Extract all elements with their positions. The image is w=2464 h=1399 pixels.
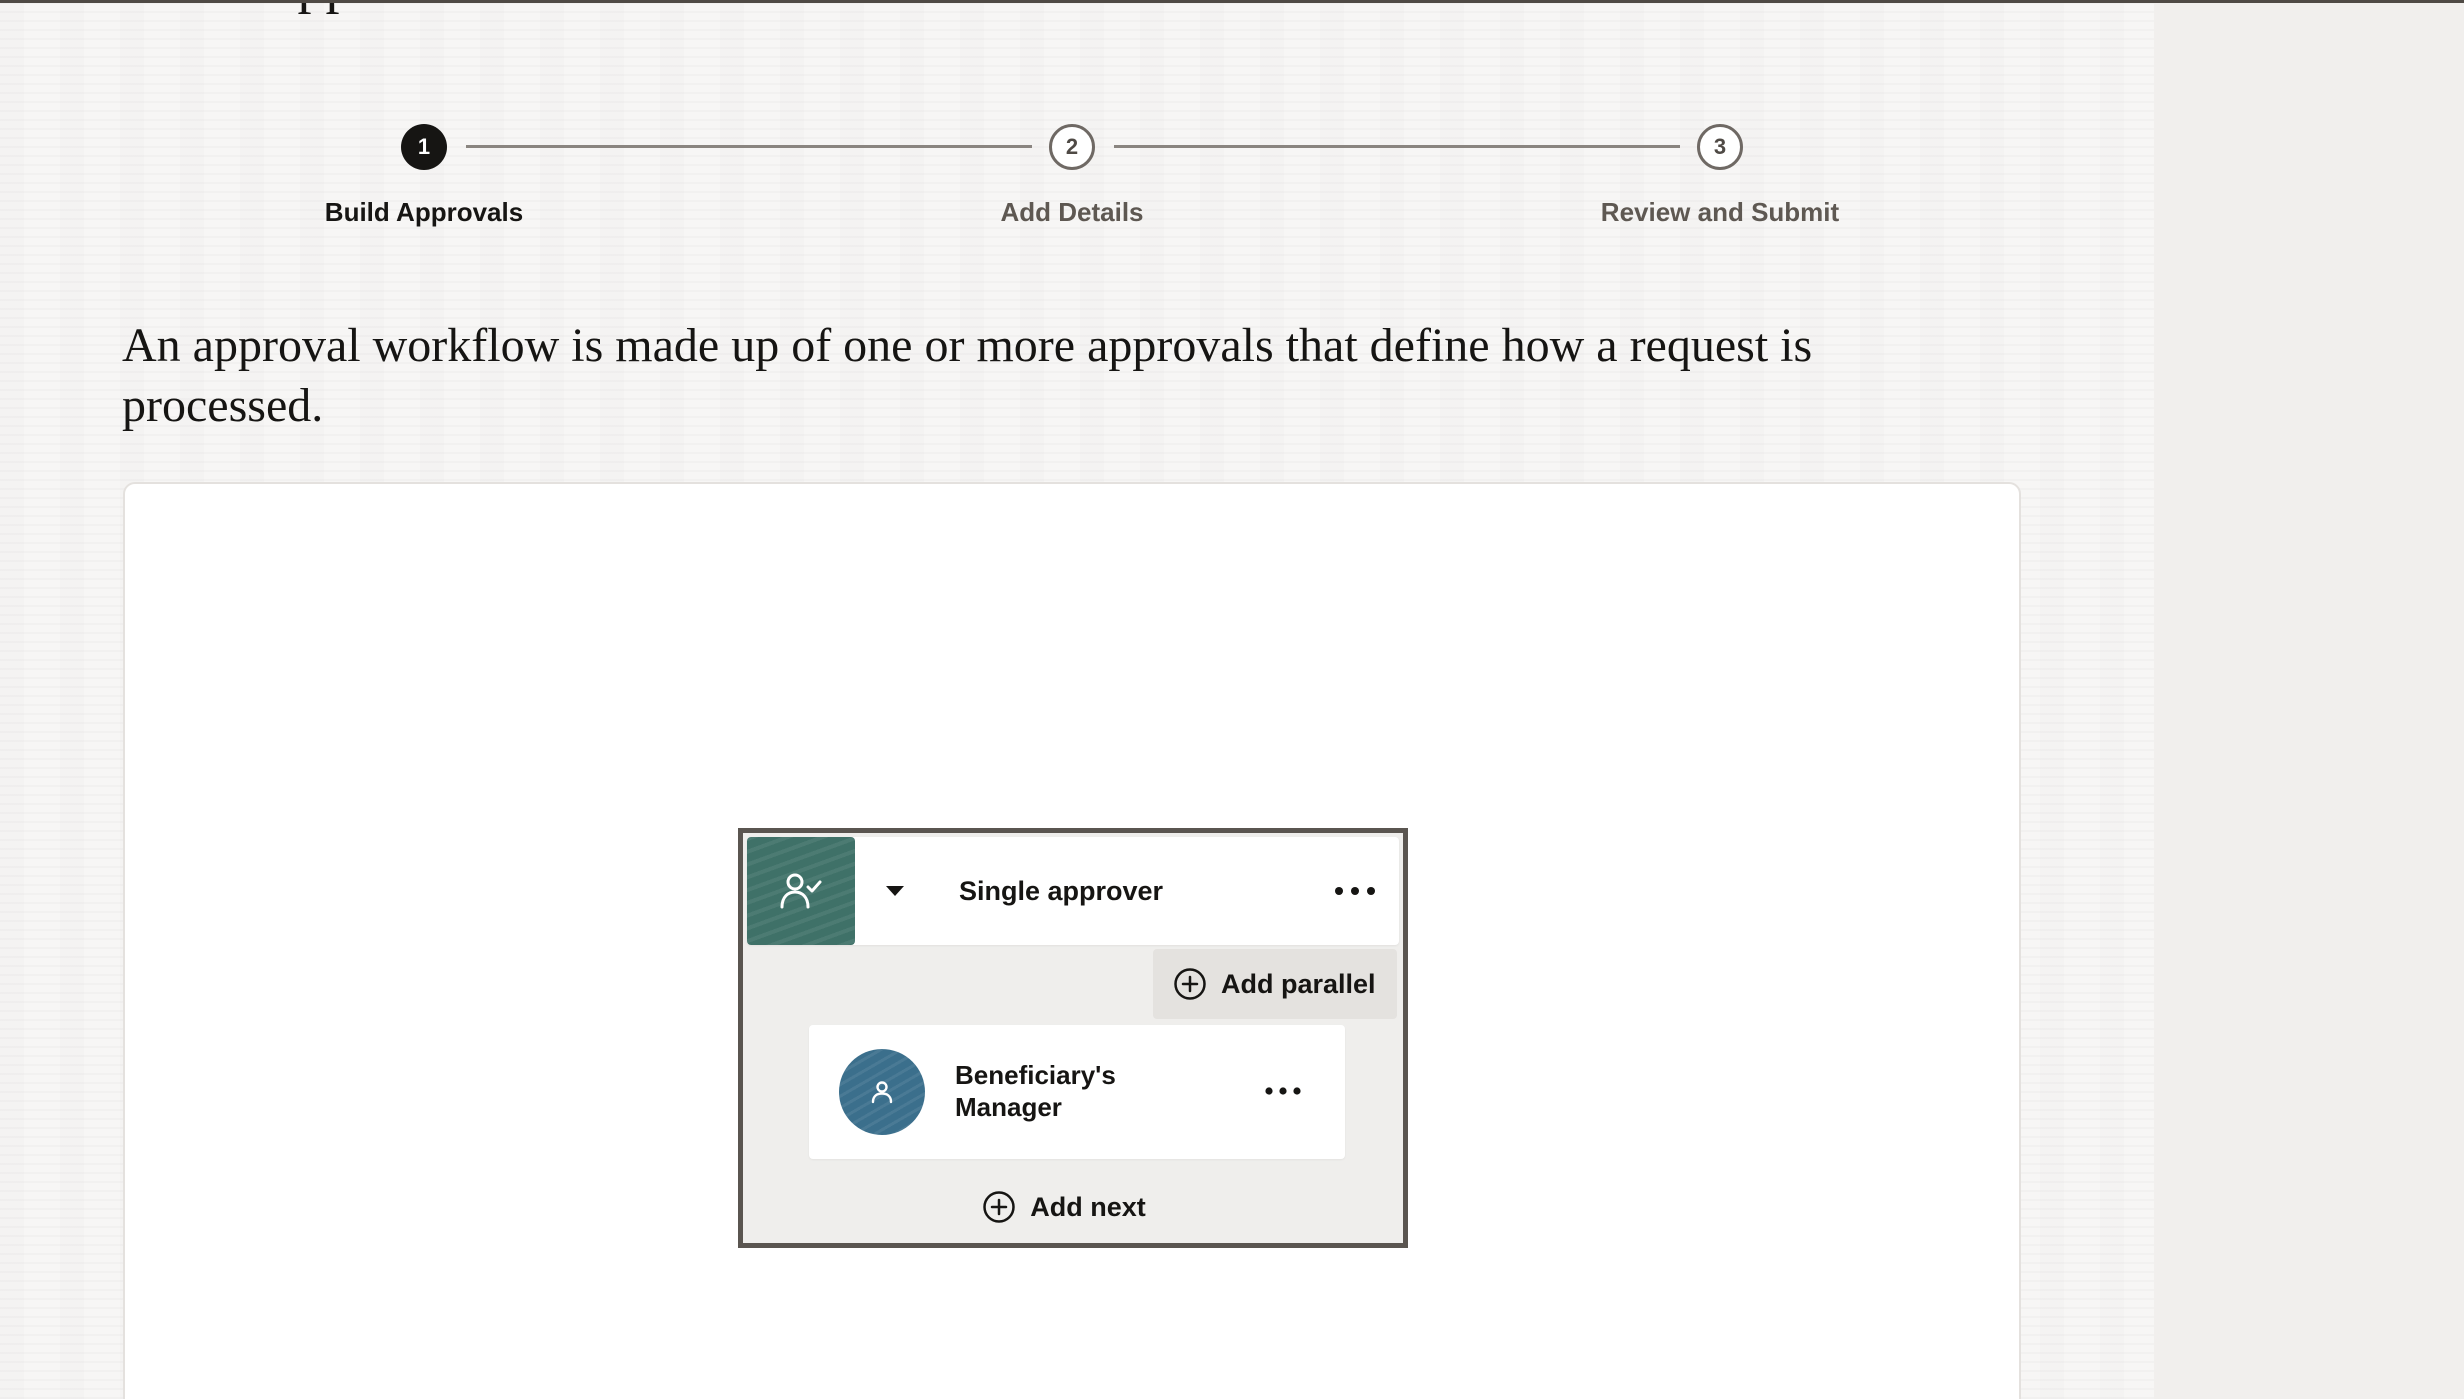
add-parallel-label: Add parallel (1221, 968, 1376, 999)
approver-card[interactable]: Beneficiary's Manager (809, 1025, 1345, 1159)
add-next-button[interactable]: Add next (743, 1177, 1403, 1237)
step-1-label[interactable]: Build Approvals (214, 197, 634, 228)
person-icon (839, 1049, 925, 1135)
step-3-indicator[interactable]: 3 (1697, 124, 1743, 170)
step-3-label[interactable]: Review and Submit (1510, 197, 1930, 228)
approver-more-options-button[interactable] (1255, 1071, 1311, 1111)
step-train: 1 Build Approvals 2 Add Details 3 Review… (0, 0, 2154, 260)
person-check-icon (747, 837, 855, 945)
right-gutter (2154, 0, 2464, 1399)
approval-group-header[interactable]: Single approver (747, 837, 1399, 945)
add-next-label: Add next (1030, 1191, 1146, 1222)
plus-circle-icon (1174, 968, 1206, 1000)
page: Create Approval Workflow 1 Build Approva… (0, 0, 2154, 1399)
more-icon (1335, 887, 1375, 895)
more-icon (1265, 1087, 1301, 1095)
group-more-options-button[interactable] (1327, 871, 1383, 911)
train-connector-2 (1114, 145, 1680, 148)
step-2-indicator[interactable]: 2 (1049, 124, 1095, 170)
approval-group-title: Single approver (959, 876, 1164, 906)
intro-text: An approval workflow is made up of one o… (122, 319, 1813, 432)
top-divider (0, 0, 2464, 3)
train-connector-1 (466, 145, 1032, 148)
approver-name: Beneficiary's Manager (955, 1060, 1116, 1122)
approval-group[interactable]: Single approver Add parallel Beneficiary… (738, 828, 1408, 1248)
step-1-indicator[interactable]: 1 (401, 124, 447, 170)
step-2-label[interactable]: Add Details (862, 197, 1282, 228)
collapse-chevron-icon[interactable] (881, 877, 909, 905)
add-parallel-button[interactable]: Add parallel (1153, 949, 1397, 1019)
plus-circle-icon (983, 1191, 1015, 1223)
